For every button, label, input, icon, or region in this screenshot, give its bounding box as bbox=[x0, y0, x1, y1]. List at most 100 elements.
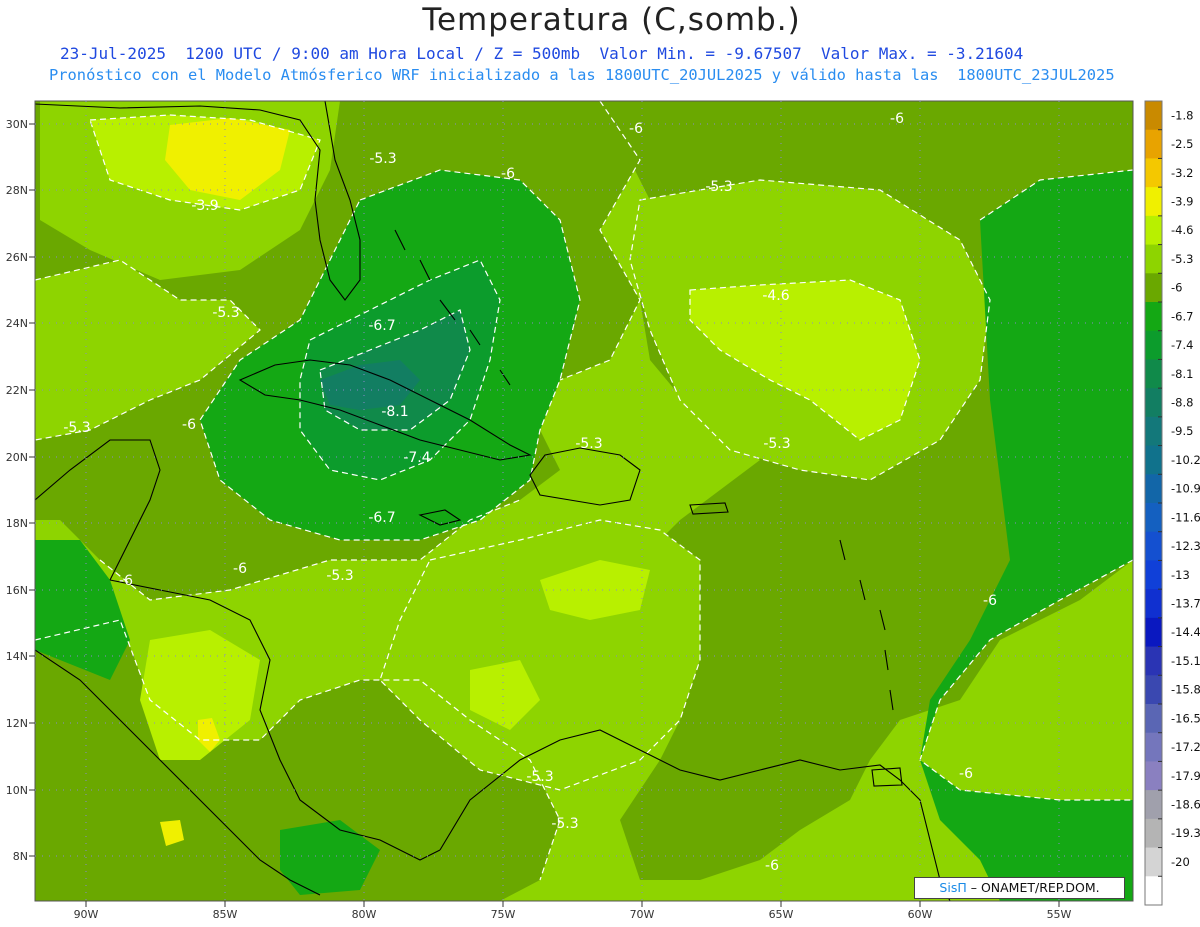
colorbar-label: -14.4 bbox=[1171, 625, 1200, 639]
lon-tick-label: 75W bbox=[491, 908, 516, 921]
contour-label: -6 bbox=[983, 593, 997, 609]
colorbar-label: -13 bbox=[1171, 568, 1190, 582]
colorbar-label: -5.3 bbox=[1171, 252, 1193, 266]
contour-label: -4.6 bbox=[762, 288, 789, 304]
colorbar-label: -17.9 bbox=[1171, 769, 1200, 783]
colorbar-swatch bbox=[1145, 445, 1162, 475]
colorbar-label: -7.4 bbox=[1171, 338, 1193, 352]
colorbar-swatch bbox=[1145, 531, 1162, 561]
temperature-map: 30N 28N 26N 24N 22N 20N 18N 16N 14N 12N 10N 8N 90W 8… bbox=[6, 100, 1200, 921]
lat-tick-label: 20N bbox=[6, 451, 28, 464]
colorbar-label: -16.5 bbox=[1171, 711, 1200, 725]
contour-label: -5.3 bbox=[212, 305, 239, 321]
contour-label: -6.7 bbox=[368, 510, 395, 526]
lat-tick-label: 24N bbox=[6, 317, 28, 330]
lat-tick-label: 14N bbox=[6, 650, 28, 663]
colorbar-swatch bbox=[1145, 732, 1162, 762]
colorbar-label: -3.2 bbox=[1171, 166, 1193, 180]
contour-label: -5.3 bbox=[575, 436, 602, 452]
lat-tick-label: 18N bbox=[6, 517, 28, 530]
contour-label: -5.3 bbox=[705, 179, 732, 195]
colorbar-swatch bbox=[1145, 187, 1162, 217]
colorbar-swatch bbox=[1145, 215, 1162, 246]
colorbar-swatch bbox=[1145, 158, 1162, 188]
credit-box: SisΠ – ONAMET/REP.DOM. bbox=[914, 877, 1125, 899]
colorbar-swatch bbox=[1145, 359, 1162, 389]
contour-label: -6 bbox=[629, 121, 643, 137]
contour-label: -6 bbox=[182, 417, 196, 433]
colorbar-swatch bbox=[1145, 560, 1162, 590]
colorbar-label: -6 bbox=[1171, 281, 1182, 295]
lat-tick-label: 26N bbox=[6, 251, 28, 264]
colorbar-swatch bbox=[1145, 273, 1162, 303]
colorbar-label: -8.1 bbox=[1171, 367, 1193, 381]
contour-label: -6 bbox=[765, 858, 779, 874]
lon-tick-label: 60W bbox=[908, 908, 933, 921]
contour-label: -6 bbox=[119, 573, 133, 589]
colorbar-label: -4.6 bbox=[1171, 223, 1193, 237]
colorbar-swatch bbox=[1145, 617, 1162, 648]
lon-tick-label: 90W bbox=[74, 908, 99, 921]
contour-label: -6.7 bbox=[368, 318, 395, 334]
lon-tick-label: 70W bbox=[630, 908, 655, 921]
longitude-axis: 90W 85W 80W 75W 70W 65W 60W 55W bbox=[74, 901, 1072, 921]
colorbar-label: -12.3 bbox=[1171, 539, 1200, 553]
colorbar-swatch bbox=[1145, 503, 1162, 533]
colorbar-label: -2.5 bbox=[1171, 137, 1193, 151]
lon-tick-label: 65W bbox=[769, 908, 794, 921]
latitude-axis: 30N 28N 26N 24N 22N 20N 18N 16N 14N 12N 10N 8N bbox=[6, 118, 35, 863]
contour-label: -5.3 bbox=[63, 420, 90, 436]
colorbar-swatch bbox=[1145, 101, 1162, 131]
lat-tick-label: 30N bbox=[6, 118, 28, 131]
colorbar-swatch bbox=[1145, 675, 1162, 705]
colorbar-label: -1.8 bbox=[1171, 108, 1193, 122]
lon-tick-label: 55W bbox=[1047, 908, 1072, 921]
colorbar-swatch bbox=[1145, 818, 1162, 849]
contour-label: -5.3 bbox=[369, 151, 396, 167]
colorbar-swatch bbox=[1145, 302, 1162, 332]
colorbar-label: -13.7 bbox=[1171, 597, 1200, 611]
lat-tick-label: 22N bbox=[6, 384, 28, 397]
colorbar-label: -3.9 bbox=[1171, 195, 1193, 209]
contour-label: -6 bbox=[233, 561, 247, 577]
colorbar-label: -17.2 bbox=[1171, 740, 1200, 754]
contour-label: -3.9 bbox=[191, 198, 218, 214]
credit-text: – ONAMET/REP.DOM. bbox=[970, 880, 1100, 895]
colorbar-label: -6.7 bbox=[1171, 309, 1193, 323]
contour-label: -5.3 bbox=[763, 436, 790, 452]
lon-tick-label: 85W bbox=[213, 908, 238, 921]
colorbar-label: -8.8 bbox=[1171, 396, 1193, 410]
contour-label: -6 bbox=[501, 166, 515, 182]
colorbar-swatch bbox=[1145, 388, 1162, 418]
lat-tick-label: 12N bbox=[6, 717, 28, 730]
colorbar-label: -11.6 bbox=[1171, 510, 1200, 524]
colorbar-label: -20 bbox=[1171, 855, 1190, 869]
contour-label: -8.1 bbox=[381, 404, 408, 420]
colorbar-label: -15.1 bbox=[1171, 654, 1200, 668]
colorbar-label: -15.8 bbox=[1171, 683, 1200, 697]
colorbar-swatch bbox=[1145, 589, 1162, 619]
contour-label: -7.4 bbox=[403, 450, 430, 466]
colorbar-label: -18.6 bbox=[1171, 798, 1200, 812]
colorbar-label: -10.9 bbox=[1171, 482, 1200, 496]
colorbar-swatch bbox=[1145, 847, 1162, 877]
contour-label: -6 bbox=[959, 766, 973, 782]
contour-label: -5.3 bbox=[326, 568, 353, 584]
lon-tick-label: 80W bbox=[352, 908, 377, 921]
colorbar-swatch bbox=[1145, 876, 1162, 906]
lat-tick-label: 10N bbox=[6, 784, 28, 797]
lat-tick-label: 8N bbox=[13, 850, 28, 863]
colorbar-swatch bbox=[1145, 761, 1162, 791]
contour-label: -5.3 bbox=[526, 769, 553, 785]
lat-tick-label: 28N bbox=[6, 184, 28, 197]
colorbar-swatch bbox=[1145, 129, 1162, 159]
colorbar-swatch bbox=[1145, 646, 1162, 676]
brand-logo: SisΠ bbox=[939, 880, 967, 895]
colorbar-swatch bbox=[1145, 790, 1162, 820]
colorbar-label: -19.3 bbox=[1171, 826, 1200, 840]
contour-label: -5.3 bbox=[551, 816, 578, 832]
colorbar-swatch bbox=[1145, 704, 1162, 734]
colorbar-swatch bbox=[1145, 416, 1162, 447]
lat-tick-label: 16N bbox=[6, 584, 28, 597]
contour-label: -6 bbox=[890, 111, 904, 127]
